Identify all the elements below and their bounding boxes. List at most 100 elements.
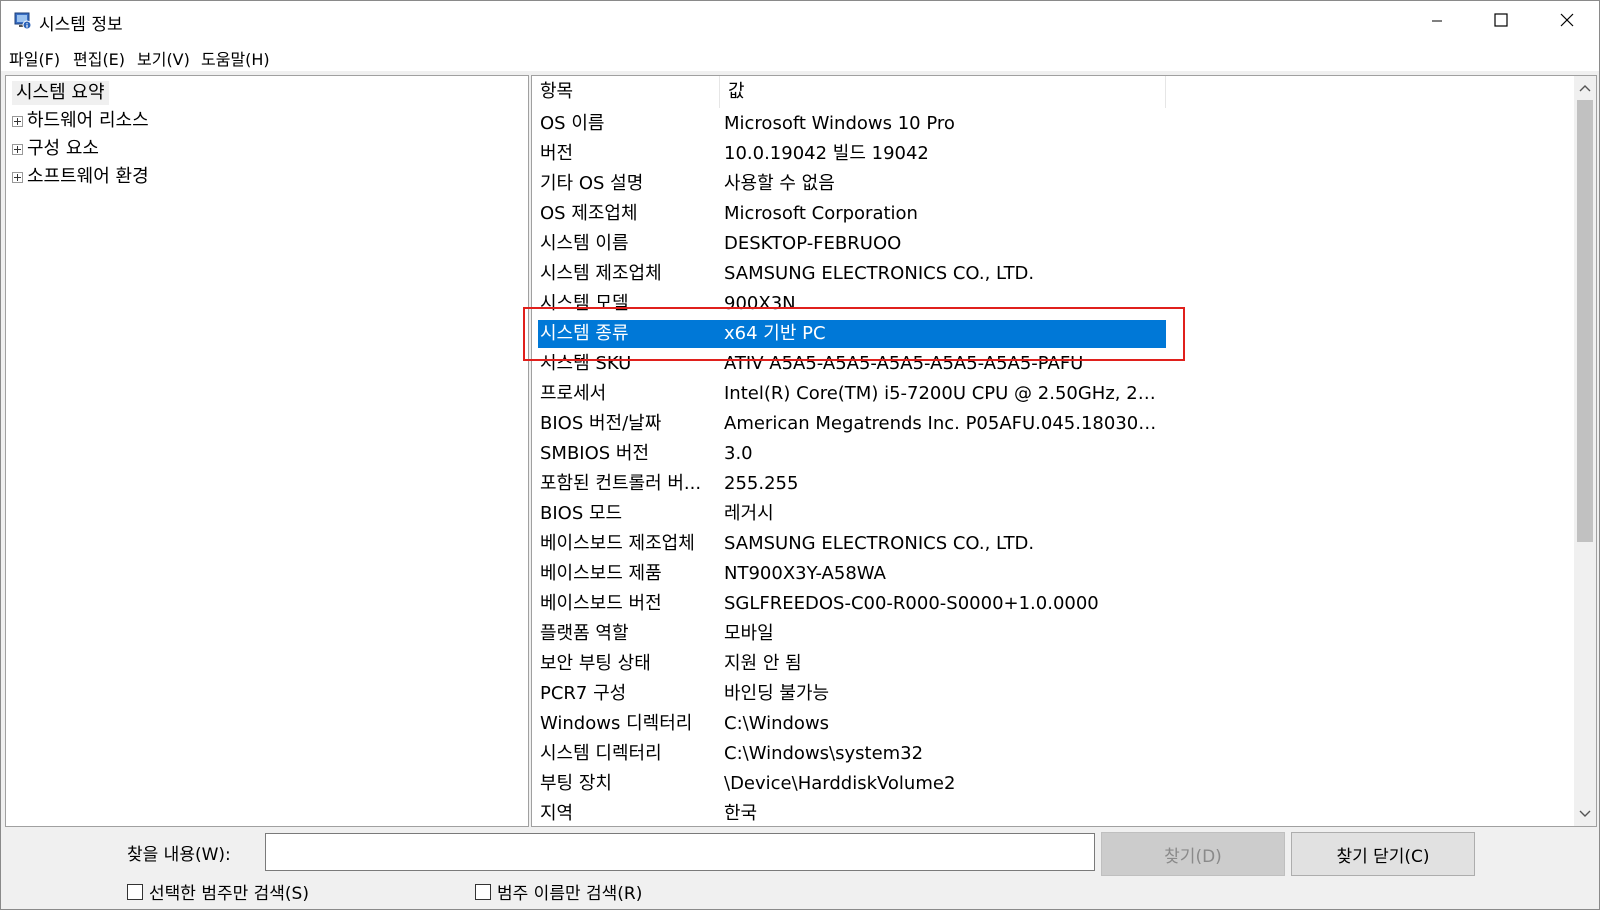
search-category-names-label: 범주 이름만 검색(R) [497,884,643,904]
table-row[interactable]: 시스템 제조업체 SAMSUNG ELECTRONICS CO., LTD. [538,260,1166,288]
table-row[interactable]: 프로세서 Intel(R) Core(TM) i5-7200U CPU @ 2.5… [538,380,1166,408]
row-value-cell: American Megatrends Inc. P05AFU.045.1803… [724,413,1160,434]
close-icon [1560,12,1574,32]
tree-item-label: 구성 요소 [27,138,99,159]
table-row[interactable]: OS 이름 Microsoft Windows 10 Pro [538,110,1166,138]
menu-help[interactable]: 도움말(H) [201,46,270,70]
chevron-up-icon [1579,77,1591,97]
details-list: 항목 값 OS 이름 Microsoft Windows 10 Pro 버전 10.0… [531,75,1597,827]
table-row[interactable]: 시스템 SKU ATIV A5A5-A5A5-A5A5-A5A5-A5A5-PAF… [538,350,1166,378]
row-value-cell: Microsoft Windows 10 Pro [724,113,955,134]
table-row[interactable]: BIOS 모드 레거시 [538,500,1166,528]
row-value-cell: SGLFREEDOS-C00-R000-S0000+1.0.0000 [724,593,1099,614]
scroll-down-button[interactable] [1574,802,1596,824]
scrollbar-thumb[interactable] [1577,100,1593,542]
row-item-cell: OS 이름 [540,113,605,134]
row-value-cell: 모바일 [724,623,774,644]
table-row[interactable]: 기타 OS 설명 사용할 수 없음 [538,170,1166,198]
table-row[interactable]: 부팅 장치 \Device\HarddiskVolume2 [538,770,1166,798]
category-tree: 시스템 요약 하드웨어 리소스 구성 요소 소프트웨어 환경 [5,75,529,827]
table-row[interactable]: 베이스보드 버전 SGLFREEDOS-C00-R000-S0000+1.0.00… [538,590,1166,618]
table-row[interactable]: 시스템 디렉터리 C:\Windows\system32 [538,740,1166,768]
table-row[interactable]: 베이스보드 제조업체 SAMSUNG ELECTRONICS CO., LTD. [538,530,1166,558]
minimize-icon [1431,12,1443,32]
row-item-cell: 베이스보드 제조업체 [540,533,695,554]
table-row[interactable]: BIOS 버전/날짜 American Megatrends Inc. P05AF… [538,410,1166,438]
row-value-cell: ATIV A5A5-A5A5-A5A5-A5A5-A5A5-PAFU [724,353,1084,374]
column-header-item[interactable]: 항목 [532,76,720,108]
table-row[interactable]: 버전 10.0.19042 빌드 19042 [538,140,1166,168]
row-item-cell: 보안 부팅 상태 [540,653,651,674]
tree-item-label: 소프트웨어 환경 [27,166,149,187]
row-item-cell: PCR7 구성 [540,683,627,704]
search-selected-category-checkbox[interactable] [127,883,143,900]
menu-edit[interactable]: 편집(E) [73,46,125,70]
search-category-names-checkbox[interactable] [475,883,491,900]
row-value-cell: 사용할 수 없음 [724,173,835,194]
row-value-cell: C:\Windows\system32 [724,743,924,764]
chevron-down-icon [1579,803,1591,823]
window-title: 시스템 정보 [39,15,123,35]
table-row[interactable]: 플랫폼 역할 모바일 [538,620,1166,648]
menu-view[interactable]: 보기(V) [137,46,190,70]
search-selected-category-option[interactable]: 선택한 범주만 검색(S) [127,879,309,904]
find-button[interactable]: 찾기(D) [1101,832,1285,876]
row-value-cell: C:\Windows [724,713,830,734]
table-row[interactable]: OS 제조업체 Microsoft Corporation [538,200,1166,228]
search-selected-category-label: 선택한 범주만 검색(S) [149,884,309,904]
row-value-cell: NT900X3Y-A58WA [724,563,886,584]
row-item-cell: 버전 [540,143,574,164]
expand-icon[interactable] [12,115,23,127]
table-row[interactable]: 시스템 종류 x64 기반 PC [538,320,1166,348]
close-button[interactable] [1535,1,1599,43]
tree-item-software-environment[interactable]: 소프트웨어 환경 [12,165,149,189]
row-value-cell: x64 기반 PC [724,323,826,344]
expand-icon[interactable] [12,143,23,155]
tree-item-system-summary[interactable]: 시스템 요약 [12,81,109,105]
row-item-cell: 시스템 제조업체 [540,263,662,284]
row-item-cell: 시스템 종류 [540,323,629,344]
maximize-button[interactable] [1469,1,1533,43]
row-item-cell: 부팅 장치 [540,773,612,794]
close-find-button[interactable]: 찾기 닫기(C) [1291,832,1475,876]
find-input[interactable] [265,833,1095,871]
row-item-cell: SMBIOS 버전 [540,443,650,464]
row-item-cell: 시스템 디렉터리 [540,743,662,764]
column-header-value[interactable]: 값 [720,76,1166,108]
row-item-cell: 포함된 컨트롤러 버... [540,473,702,494]
table-row[interactable]: Windows 디렉터리 C:\Windows [538,710,1166,738]
expand-icon[interactable] [12,171,23,183]
row-item-cell: 베이스보드 제품 [540,563,662,584]
table-row[interactable]: PCR7 구성 바인딩 불가능 [538,680,1166,708]
tree-item-hardware-resources[interactable]: 하드웨어 리소스 [12,109,149,133]
table-row[interactable]: SMBIOS 버전 3.0 [538,440,1166,468]
system-information-icon [13,11,33,31]
table-row[interactable]: 시스템 모델 900X3N [538,290,1166,318]
vertical-scrollbar[interactable] [1574,76,1596,826]
row-item-cell: BIOS 버전/날짜 [540,413,662,434]
table-row[interactable]: 베이스보드 제품 NT900X3Y-A58WA [538,560,1166,588]
row-item-cell: 시스템 모델 [540,293,629,314]
row-value-cell: 255.255 [724,473,799,494]
row-value-cell: 한국 [724,803,758,824]
table-row[interactable]: 보안 부팅 상태 지원 안 됨 [538,650,1166,678]
menu-file[interactable]: 파일(F) [9,46,60,70]
table-row[interactable]: 지역 한국 [538,800,1166,826]
row-item-cell: 프로세서 [540,383,607,404]
menu-bar: 파일(F) 편집(E) 보기(V) 도움말(H) [1,43,1599,71]
find-label: 찾을 내용(W): [127,845,231,865]
row-item-cell: 시스템 이름 [540,233,629,254]
scroll-up-button[interactable] [1574,76,1596,98]
row-item-cell: BIOS 모드 [540,503,623,524]
row-item-cell: 플랫폼 역할 [540,623,629,644]
row-item-cell: OS 제조업체 [540,203,638,224]
row-value-cell: 지원 안 됨 [724,653,802,674]
row-item-cell: 시스템 SKU [540,353,632,374]
search-category-names-option[interactable]: 범주 이름만 검색(R) [475,879,642,904]
minimize-button[interactable] [1405,1,1469,43]
table-row[interactable]: 시스템 이름 DESKTOP-FEBRUOO [538,230,1166,258]
row-value-cell: 3.0 [724,443,753,464]
row-value-cell: Microsoft Corporation [724,203,918,224]
tree-item-components[interactable]: 구성 요소 [12,137,99,161]
table-row[interactable]: 포함된 컨트롤러 버... 255.255 [538,470,1166,498]
